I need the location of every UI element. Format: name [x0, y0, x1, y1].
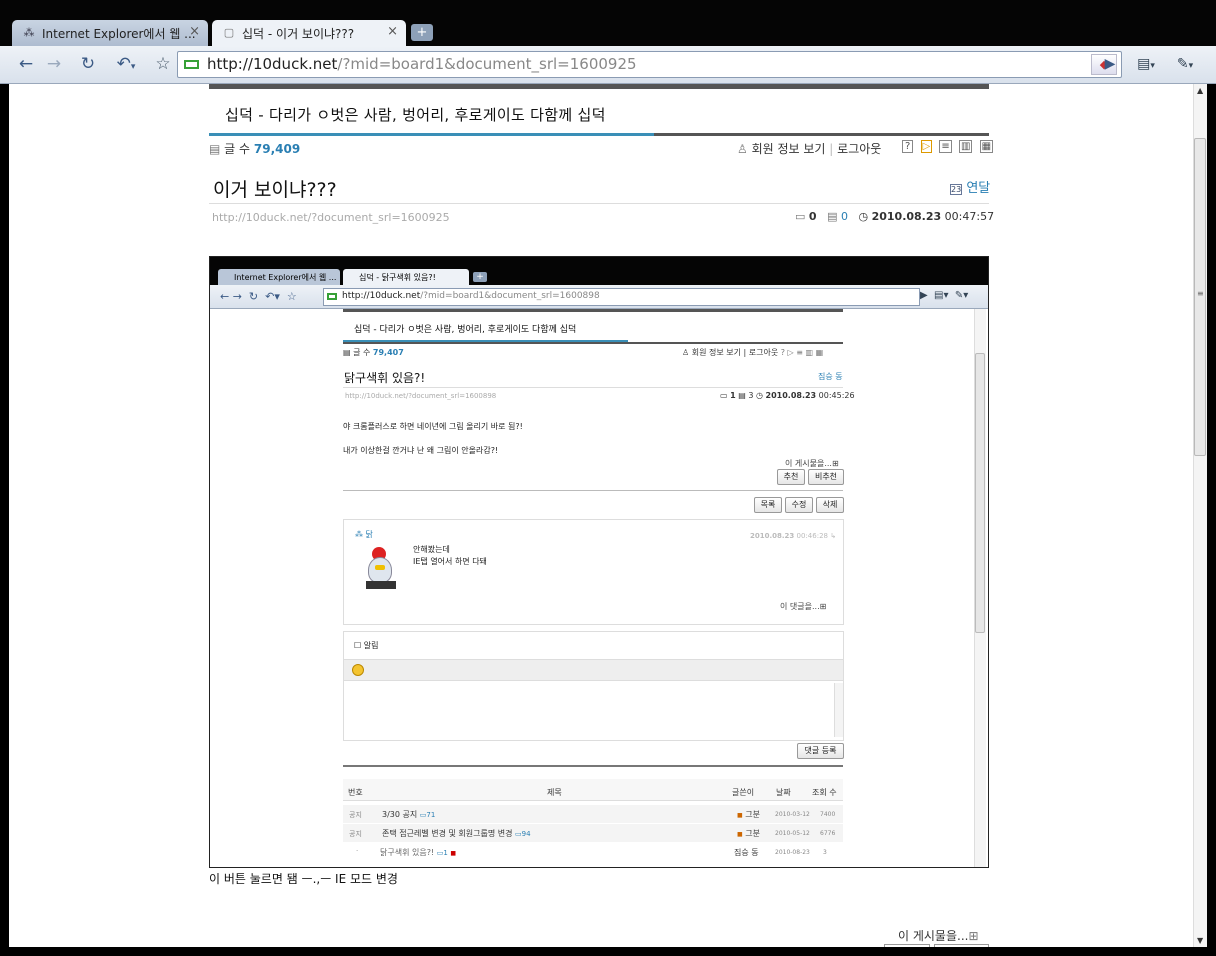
header-line	[654, 133, 989, 136]
list-view-icon[interactable]: ≡	[939, 140, 952, 153]
view-mode-icons: ? ▷ ≡ ▥ ▦	[902, 140, 994, 153]
webzine-view-icon[interactable]: ▥	[958, 140, 973, 153]
logout-link[interactable]: 로그아웃	[837, 142, 881, 156]
member-links: ♙ 회원 정보 보기 | 로그아웃	[737, 142, 882, 156]
shot-tab-active: 십덕 - 닭구색휘 있음?!	[343, 269, 469, 285]
back-button[interactable]: ←	[14, 52, 38, 76]
window-bottom-frame	[0, 947, 1216, 956]
page-mode-icon[interactable]	[184, 60, 199, 69]
reload-button[interactable]: ↻	[76, 52, 100, 76]
page-icon: ▢	[223, 26, 235, 39]
member-level-icon: 23	[950, 184, 963, 195]
comment-icon: ▭	[795, 210, 806, 223]
scrollbar-thumb[interactable]: ≡	[1194, 138, 1206, 456]
shot-tab: Internet Explorer에서 웹 ...	[218, 269, 340, 285]
forward-button[interactable]: →	[42, 52, 66, 76]
post-meta: ▭ 0 ▤ 0 ◷ 2010.08.23 00:47:57	[795, 210, 995, 223]
this-post-menu[interactable]: 이 게시물을...⊞	[898, 927, 979, 944]
post-count: ▤ 글 수 79,409	[209, 142, 301, 156]
post-title: 이거 보이냐???	[213, 179, 337, 201]
post-permalink[interactable]: http://10duck.net/?document_srl=1600925	[212, 211, 450, 224]
play-icon[interactable]: ▶	[1100, 52, 1120, 76]
post-caption: 이 버튼 눌르면 됌 ㅡ.,ㅡ IE 모드 변경	[209, 872, 398, 886]
tab-current[interactable]: ▢ 십덕 - 이거 보이냐??? ×	[212, 20, 406, 46]
wrench-icon[interactable]: ✎▾	[1170, 52, 1200, 76]
clock-icon: ◷	[858, 210, 869, 223]
header-accent-line	[209, 133, 654, 136]
user-icon: ♙	[737, 142, 748, 156]
tab-title: Internet Explorer에서 웹 ...	[42, 27, 196, 41]
page-menu-icon[interactable]: ▤▾	[1131, 52, 1161, 76]
close-tab-icon[interactable]: ×	[189, 24, 200, 39]
undo-menu-button[interactable]: ↶▾	[108, 52, 144, 76]
post-author[interactable]: 23 연달	[950, 177, 990, 196]
member-info-link[interactable]: 회원 정보 보기	[752, 142, 826, 156]
commenter-avatar	[362, 545, 402, 593]
new-tab-button[interactable]: +	[411, 24, 433, 41]
divider	[209, 203, 989, 204]
list-icon: ▤	[209, 142, 221, 156]
gallery-view-icon[interactable]: ▦	[979, 140, 994, 153]
popup-icon: ⊞	[968, 929, 979, 943]
site-favicon-icon: ⁂	[23, 26, 35, 39]
tab-ie-guide[interactable]: ⁂ Internet Explorer에서 웹 ... ×	[12, 20, 208, 46]
post-screenshot-image: Internet Explorer에서 웹 ... 십덕 - 닭구색휘 있음?!…	[209, 256, 989, 868]
rss-icon[interactable]: ▷	[920, 140, 933, 153]
trackback-icon: ▤	[827, 210, 838, 223]
help-icon[interactable]: ?	[902, 140, 914, 153]
site-header: 십덕 - 다리가 ㅇ벗은 사람, 벙어리, 후로게이도 다함께 십덕	[209, 84, 989, 136]
tab-title: 십덕 - 이거 보이냐???	[242, 27, 355, 41]
shot-address-bar: http://10duck.net/?mid=board1&document_s…	[323, 288, 920, 306]
bookmark-star-icon[interactable]: ☆	[151, 52, 175, 76]
close-tab-icon[interactable]: ×	[387, 24, 398, 39]
url-text: http://10duck.net/?mid=board1&document_s…	[207, 55, 637, 73]
browser-toolbar: ← → ↻ ↶▾ ☆ http://10duck.net/?mid=board1…	[0, 46, 1216, 84]
address-bar[interactable]: http://10duck.net/?mid=board1&document_s…	[177, 51, 1122, 78]
site-title[interactable]: 십덕 - 다리가 ㅇ벗은 사람, 벙어리, 후로게이도 다함께 십덕	[225, 104, 606, 125]
